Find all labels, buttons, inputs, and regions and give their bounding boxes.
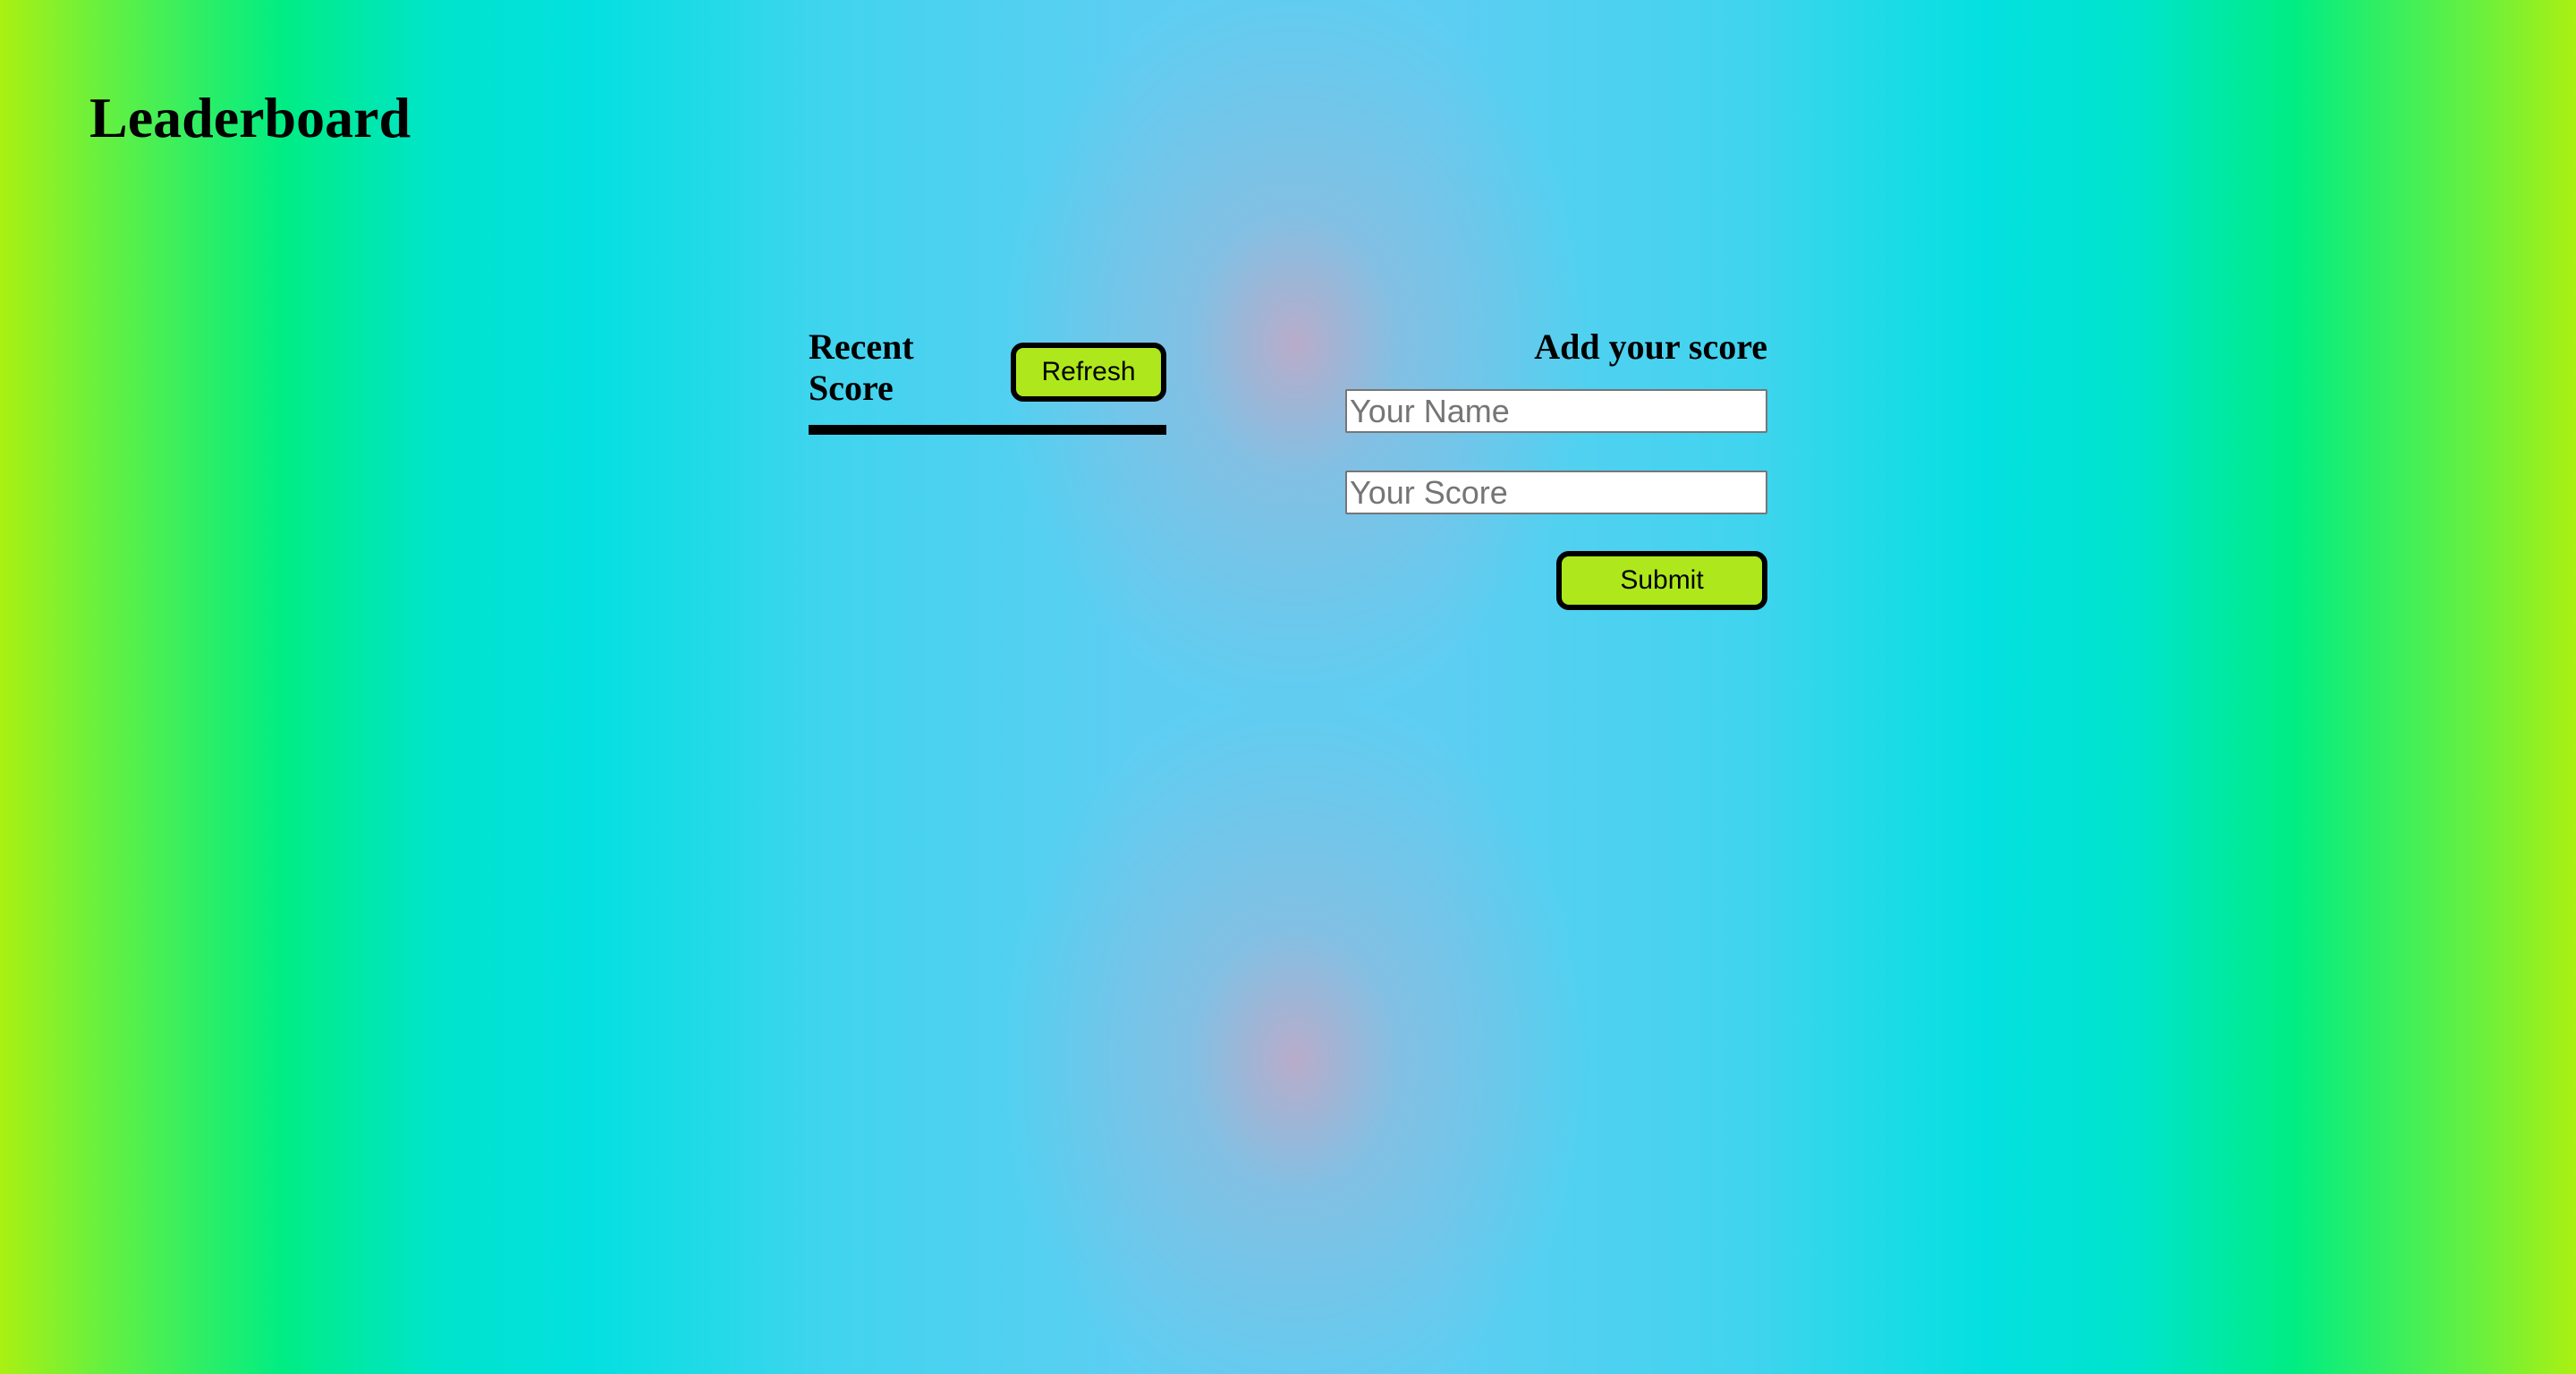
score-input[interactable] [1345, 471, 1767, 514]
add-score-panel: Add your score Submit [1345, 327, 1767, 610]
submit-row: Submit [1345, 551, 1767, 610]
submit-button[interactable]: Submit [1556, 551, 1767, 610]
recent-scores-divider [809, 425, 1166, 435]
name-input[interactable] [1345, 389, 1767, 433]
refresh-button[interactable]: Refresh [1011, 343, 1166, 402]
recent-scores-header: Recent Score Refresh [809, 327, 1166, 425]
page-title: Leaderboard [89, 86, 411, 149]
recent-scores-title: Recent Score [809, 327, 914, 408]
recent-scores-panel: Recent Score Refresh [809, 327, 1166, 435]
add-score-title: Add your score [1534, 327, 1767, 367]
add-score-form: Submit [1345, 389, 1767, 610]
